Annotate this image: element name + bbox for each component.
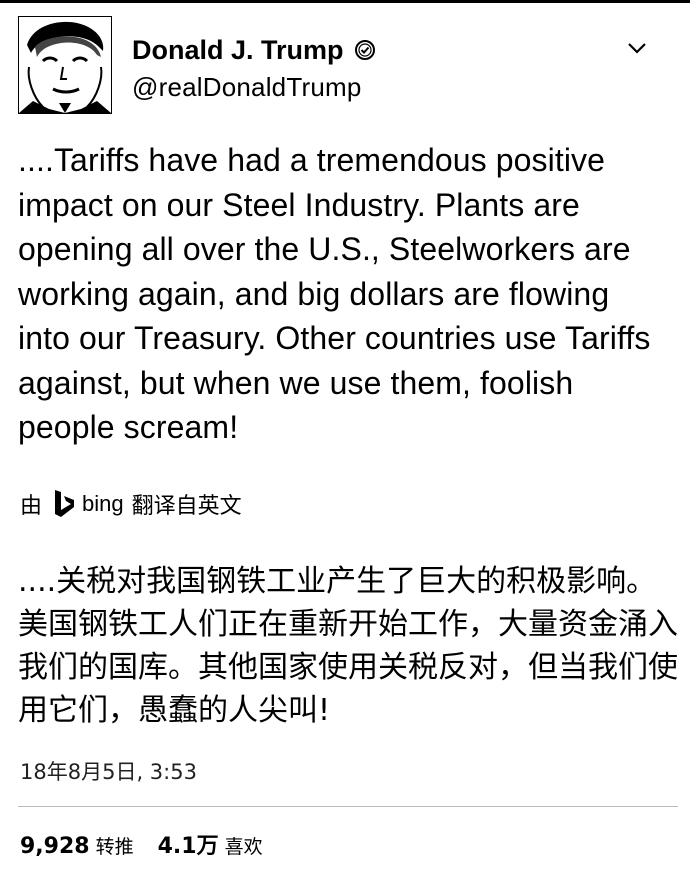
bing-logo-icon (52, 488, 76, 520)
author-handle[interactable]: @realDonaldTrump (132, 70, 376, 104)
top-divider (0, 0, 690, 3)
author-display-name[interactable]: Donald J. Trump (132, 34, 344, 66)
tweet-card: Donald J. Trump @realDonaldTrump ....Tar… (0, 0, 690, 887)
tweet-timestamp[interactable]: 18年8月5日, 3:53 (20, 756, 197, 786)
avatar-portrait (19, 17, 111, 113)
retweets-count[interactable]: 9,928 (20, 834, 90, 859)
avatar[interactable] (18, 16, 112, 114)
translation-suffix: 翻译自英文 (131, 493, 242, 518)
likes-label[interactable]: 喜欢 (225, 832, 263, 859)
translation-provider: bing (82, 491, 124, 516)
translation-prefix: 由 (20, 493, 43, 518)
retweets-label[interactable]: 转推 (96, 832, 134, 859)
chevron-down-icon[interactable] (622, 36, 652, 60)
tweet-body: ....Tariffs have had a tremendous positi… (18, 142, 651, 445)
author-block[interactable]: Donald J. Trump @realDonaldTrump (132, 34, 376, 104)
tweet-stats: 9,928 转推 4.1万 喜欢 (20, 828, 263, 860)
verified-badge-icon (354, 39, 376, 61)
likes-count[interactable]: 4.1万 (158, 828, 219, 860)
translation-attribution[interactable]: 由 bing 翻译自英文 (20, 486, 242, 522)
stats-divider (18, 806, 678, 807)
translated-body: ....关税对我国钢铁工业产生了巨大的积极影响。美国钢铁工人们正在重新开始工作，… (18, 564, 678, 728)
